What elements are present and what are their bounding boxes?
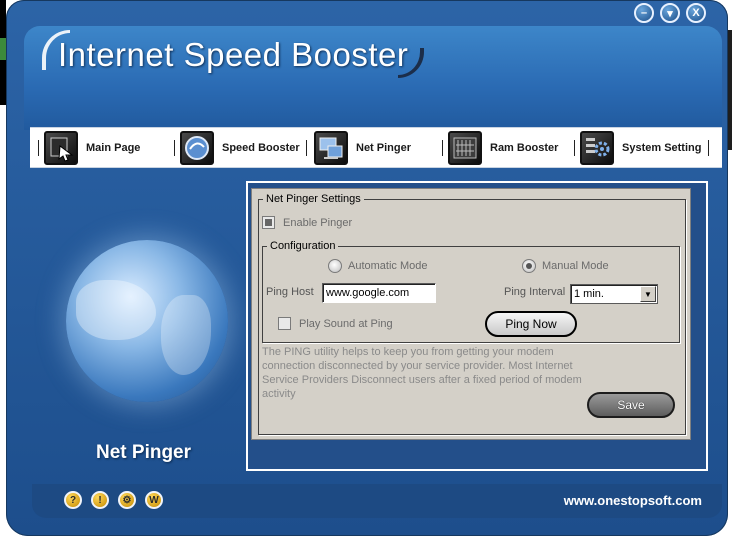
main-toolbar: Main Page Speed Booster Net Pinger Ram B… (30, 127, 722, 168)
chevron-down-icon[interactable]: ▼ (640, 286, 656, 302)
checkbox-label: Enable Pinger (283, 216, 353, 229)
toolbar-label: Ram Booster (490, 142, 559, 154)
speed-booster-icon (180, 131, 214, 165)
ping-interval-label: Ping Interval (504, 286, 566, 298)
toolbar-item-main-page[interactable]: Main Page (44, 130, 140, 166)
toolbar-label: System Setting (622, 142, 702, 154)
content-frame: Net Pinger Settings Enable Pinger Config… (246, 181, 708, 471)
toolbar-separator (708, 140, 709, 156)
website-link[interactable]: www.onestopsoft.com (564, 493, 702, 508)
select-value: 1 min. (574, 288, 604, 300)
group-title: Configuration (270, 240, 336, 252)
toolbar-separator (574, 140, 575, 156)
ping-now-button[interactable]: Ping Now (485, 311, 577, 337)
ram-booster-icon (448, 131, 482, 165)
toolbar-item-speed-booster[interactable]: Speed Booster (180, 130, 300, 166)
manual-mode-radio[interactable]: Manual Mode (522, 259, 609, 273)
close-icon: X (692, 7, 700, 19)
footer-bar: ? ! ⚙ W www.onestopsoft.com (32, 484, 722, 518)
toolbar-separator (306, 140, 307, 156)
system-setting-icon (580, 131, 614, 165)
radio-circle (328, 259, 342, 273)
toolbar-label: Net Pinger (356, 142, 412, 154)
checkbox-box (262, 216, 275, 229)
ping-host-input[interactable] (322, 283, 436, 303)
ping-interval-select[interactable]: 1 min. ▼ (570, 284, 658, 304)
restore-button[interactable]: ▾ (660, 3, 680, 23)
toolbar-separator (174, 140, 175, 156)
toolbar-separator (442, 140, 443, 156)
pinger-description: The PING utility helps to keep you from … (262, 346, 582, 400)
radio-label: Automatic Mode (348, 260, 428, 272)
toolbar-label: Speed Booster (222, 142, 300, 154)
section-caption: Net Pinger (96, 442, 192, 463)
background-window-edge (728, 30, 732, 150)
info-icon[interactable]: ! (91, 491, 109, 509)
pinger-panel: Net Pinger Settings Enable Pinger Config… (251, 188, 691, 440)
net-pinger-icon (314, 131, 348, 165)
radio-label: Manual Mode (542, 260, 609, 272)
radio-circle (522, 259, 536, 273)
left-panel: Net Pinger (36, 168, 256, 478)
settings-icon[interactable]: ⚙ (118, 491, 136, 509)
close-button[interactable]: X (686, 3, 706, 23)
toolbar-item-ram-booster[interactable]: Ram Booster (448, 130, 558, 166)
app-title: Internet Speed Booster (58, 36, 409, 73)
minimize-icon: – (640, 7, 648, 19)
restore-icon: ▾ (667, 7, 673, 20)
play-sound-checkbox[interactable]: Play Sound at Ping (278, 317, 393, 330)
help-icon[interactable]: ? (64, 491, 82, 509)
toolbar-item-system-setting[interactable]: System Setting (580, 130, 701, 166)
checkbox-label: Play Sound at Ping (299, 317, 393, 330)
ping-host-label: Ping Host (266, 286, 314, 298)
group-title: Net Pinger Settings (266, 193, 361, 205)
web-icon[interactable]: W (145, 491, 163, 509)
checkbox-box (278, 317, 291, 330)
toolbar-item-net-pinger[interactable]: Net Pinger (314, 130, 411, 166)
toolbar-label: Main Page (86, 142, 141, 154)
enable-pinger-checkbox[interactable]: Enable Pinger (262, 216, 352, 229)
globe-icon (66, 240, 228, 402)
app-window: Internet Speed Booster – ▾ X Main Page S… (6, 0, 728, 536)
minimize-button[interactable]: – (634, 3, 654, 23)
automatic-mode-radio[interactable]: Automatic Mode (328, 259, 427, 273)
main-page-icon (44, 131, 78, 165)
screen: Internet Speed Booster – ▾ X Main Page S… (0, 0, 732, 540)
save-button[interactable]: Save (587, 392, 675, 418)
toolbar-separator (38, 140, 39, 156)
